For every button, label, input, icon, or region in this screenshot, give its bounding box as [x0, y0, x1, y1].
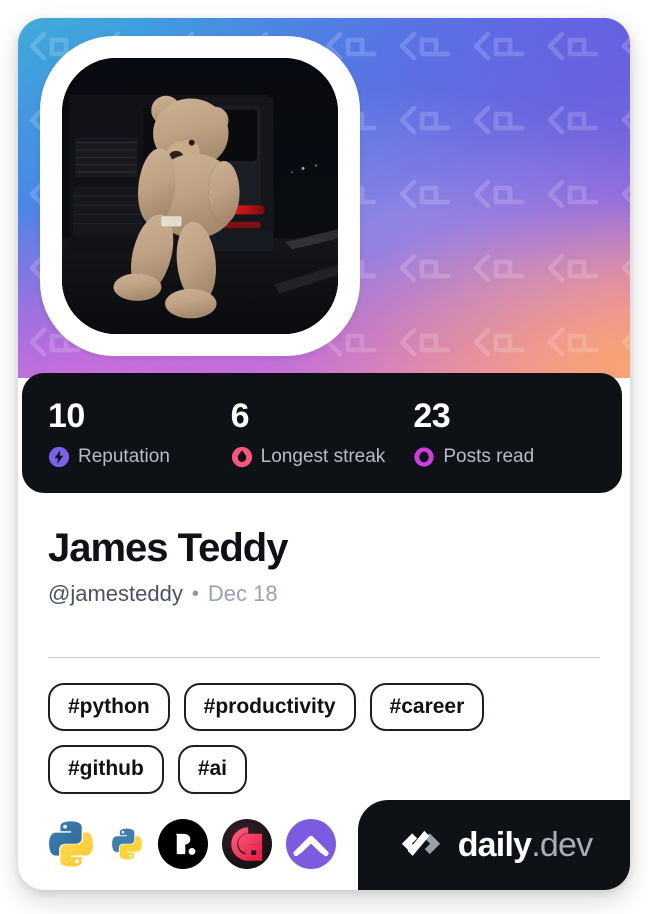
purple-chevron-icon[interactable] [286, 819, 336, 869]
stat-longest-streak-value: 6 [230, 396, 250, 435]
tag-chip[interactable]: #python [48, 683, 170, 732]
brand-wordmark: daily.dev [458, 828, 593, 862]
stat-reputation-value: 10 [48, 396, 85, 435]
posts-read-ring-icon [414, 446, 434, 467]
python-logo-icon[interactable] [46, 819, 96, 869]
stat-posts-read-label: Posts read [443, 446, 535, 467]
daily-dev-badge[interactable]: daily.dev [358, 800, 630, 890]
g-logo-icon[interactable] [222, 819, 272, 869]
avatar[interactable] [62, 58, 338, 334]
tag-list: #python #productivity #career #github #a… [48, 683, 604, 794]
tag-chip[interactable]: #github [48, 745, 164, 794]
reputation-badge-icon [48, 446, 70, 467]
stat-reputation-label: Reputation [78, 446, 170, 467]
streak-flame-icon [231, 446, 252, 467]
stat-longest-streak-label: Longest streak [260, 446, 386, 467]
brand-suffix: .dev [531, 826, 593, 864]
developer-card: 10 Reputation 6 Longest streak 23 Posts … [18, 18, 630, 890]
stat-longest-streak: 6 Longest streak [231, 399, 414, 468]
top-sources-list [46, 816, 336, 872]
real-python-icon[interactable] [158, 819, 208, 869]
handle-separator: • [191, 582, 199, 605]
identity-block: James Teddy @jamesteddy • Dec 18 [48, 526, 608, 607]
tag-chip[interactable]: #ai [177, 745, 248, 794]
section-divider [48, 657, 600, 658]
screenshot-stage: 10 Reputation 6 Longest streak 23 Posts … [0, 0, 648, 914]
brand-name: daily [457, 826, 532, 864]
handle-row: @jamesteddy • Dec 18 [48, 581, 608, 607]
joined-date: Dec 18 [207, 580, 278, 606]
display-name: James Teddy [48, 526, 289, 570]
stat-posts-read: 23 Posts read [413, 399, 596, 468]
stat-posts-read-value: 23 [413, 396, 451, 435]
python-small-logo-icon[interactable] [110, 827, 144, 861]
stats-bar: 10 Reputation 6 Longest streak 23 Posts … [22, 373, 622, 493]
avatar-photo [62, 58, 338, 334]
tag-chip[interactable]: #productivity [183, 683, 356, 732]
avatar-frame [40, 36, 360, 356]
stat-reputation: 10 Reputation [48, 399, 231, 468]
tag-chip[interactable]: #career [369, 683, 485, 732]
daily-dev-logo-icon [401, 830, 440, 856]
user-handle: @jamesteddy [48, 580, 183, 606]
